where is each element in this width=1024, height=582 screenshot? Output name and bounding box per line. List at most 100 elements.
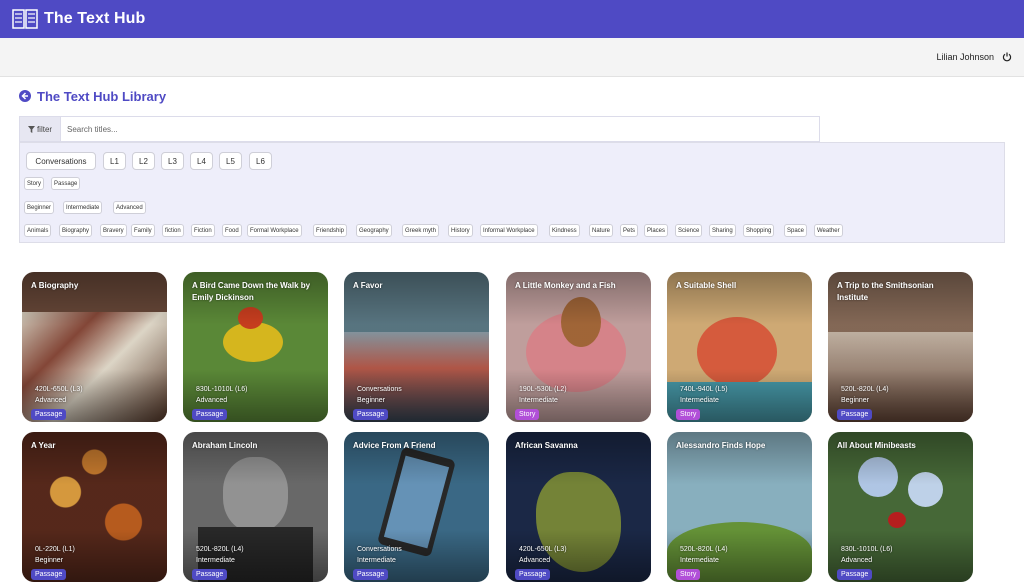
card-level: 520L-820L (L4) <box>196 546 244 553</box>
library-card[interactable]: A Year 0L-220L (L1) Beginner Passage <box>22 432 167 582</box>
search-input[interactable] <box>60 116 820 142</box>
topic-filter-weather[interactable]: Weather <box>814 224 843 237</box>
topic-filter-sharing[interactable]: Sharing <box>709 224 736 237</box>
card-difficulty: Advanced <box>519 557 551 564</box>
topic-filter-science[interactable]: Science <box>675 224 703 237</box>
topic-filter-pets[interactable]: Pets <box>620 224 639 237</box>
top-bar: The Text Hub <box>0 0 1024 38</box>
card-type-badge: Passage <box>31 569 67 580</box>
card-level: 420L-650L (L3) <box>35 386 83 393</box>
card-title: A Favor <box>353 281 383 290</box>
topic-filter-nature[interactable]: Nature <box>589 224 614 237</box>
topic-filter-biography[interactable]: Biography <box>59 224 93 237</box>
user-name: Lilian Johnson <box>936 52 994 62</box>
topic-filter-greek-myth[interactable]: Greek myth <box>402 224 440 237</box>
library-card[interactable]: African Savanna 420L-650L (L3) Advanced Pas… <box>506 432 651 582</box>
topic-filter-geography[interactable]: Geography <box>356 224 392 237</box>
logout-power-icon[interactable] <box>1002 52 1012 62</box>
topic-filter-friendship[interactable]: Friendship <box>313 224 348 237</box>
library-card[interactable]: Abraham Lincoln 520L-820L (L4) Intermediat… <box>183 432 328 582</box>
library-card[interactable]: All About Minibeasts 830L-1010L (L6) Advan… <box>828 432 973 582</box>
card-level: 740L-940L (L5) <box>680 386 728 393</box>
card-title: A Little Monkey and a Fish <box>515 281 616 290</box>
library-card[interactable]: A Bird Came Down the Walk by Emily Dicki… <box>183 272 328 422</box>
card-level: Conversations <box>357 386 402 393</box>
card-type-badge: Passage <box>515 569 551 580</box>
level-filter-conversations[interactable]: Conversations <box>26 152 96 170</box>
topic-filter-fiction[interactable]: Fiction <box>191 224 215 237</box>
level-filter-l6[interactable]: L6 <box>249 152 272 170</box>
card-type-badge: Passage <box>837 409 873 420</box>
card-type-badge: Passage <box>192 409 228 420</box>
card-level: 830L-1010L (L6) <box>841 546 893 553</box>
library-card[interactable]: A Biography 420L-650L (L3) Advanced Passage <box>22 272 167 422</box>
card-type-badge: Story <box>676 569 701 580</box>
card-title: A Bird Came Down the Walk by Emily Dicki… <box>192 281 311 302</box>
card-type-badge: Passage <box>837 569 873 580</box>
library-card[interactable]: A Little Monkey and a Fish 190L-530L (L2)… <box>506 272 651 422</box>
card-type-badge: Story <box>515 409 540 420</box>
topic-filter-shopping[interactable]: Shopping <box>743 224 775 237</box>
user-bar: Lilian Johnson <box>0 38 1024 77</box>
card-title: All About Minibeasts <box>837 441 916 450</box>
level-filter-l5[interactable]: L5 <box>219 152 242 170</box>
card-title: African Savanna <box>515 441 578 450</box>
card-difficulty: Intermediate <box>680 397 719 404</box>
card-level: 520L-820L (L4) <box>680 546 728 553</box>
difficulty-filter-beginner[interactable]: Beginner <box>24 201 55 214</box>
card-type-badge: Story <box>676 409 701 420</box>
type-filter-passage[interactable]: Passage <box>51 177 81 190</box>
card-level: 0L-220L (L1) <box>35 546 75 553</box>
topic-filter-food[interactable]: Food <box>222 224 242 237</box>
page-title: The Text Hub Library <box>37 88 167 104</box>
card-title: Abraham Lincoln <box>192 441 258 450</box>
difficulty-filter-intermediate[interactable]: Intermediate <box>63 201 103 214</box>
card-title: A Biography <box>31 281 79 290</box>
card-difficulty: Beginner <box>357 397 386 404</box>
card-title: A Suitable Shell <box>676 281 737 290</box>
library-card[interactable]: A Trip to the Smithsonian Institute 520L-… <box>828 272 973 422</box>
card-difficulty: Intermediate <box>357 557 396 564</box>
topic-filter-animals[interactable]: Animals <box>24 224 52 237</box>
library-card[interactable]: A Suitable Shell 740L-940L (L5) Intermedia… <box>667 272 812 422</box>
card-level: 830L-1010L (L6) <box>196 386 248 393</box>
library-card[interactable]: Alessandro Finds Hope 520L-820L (L4) Inter… <box>667 432 812 582</box>
type-filter-story[interactable]: Story <box>24 177 45 190</box>
card-title: Advice From A Friend <box>353 441 436 450</box>
topic-filter-fiction[interactable]: fiction <box>162 224 184 237</box>
filter-panel: Conversations L1 L2 L3 L4 L5 L6 Story Passage Beg… <box>19 142 1005 243</box>
back-arrow-icon[interactable] <box>19 90 31 102</box>
card-title: A Year <box>31 441 56 450</box>
page-header: The Text Hub Library <box>0 79 1024 113</box>
topic-filter-space[interactable]: Space <box>784 224 808 237</box>
card-level: 190L-530L (L2) <box>519 386 567 393</box>
library-card[interactable]: Advice From A Friend Conversations Interme… <box>344 432 489 582</box>
level-filter-l4[interactable]: L4 <box>190 152 213 170</box>
card-title: A Trip to the Smithsonian Institute <box>837 281 934 302</box>
filter-label: filter <box>36 124 53 134</box>
topic-filter-formal-workplace[interactable]: Formal Workplace <box>247 224 302 237</box>
card-difficulty: Intermediate <box>519 397 558 404</box>
card-difficulty: Intermediate <box>680 557 719 564</box>
topic-filter-kindness[interactable]: Kindness <box>549 224 580 237</box>
topic-filter-bravery[interactable]: Bravery <box>100 224 127 237</box>
card-difficulty: Advanced <box>35 397 67 404</box>
card-title: Alessandro Finds Hope <box>676 441 766 450</box>
level-filter-l3[interactable]: L3 <box>161 152 184 170</box>
card-difficulty: Beginner <box>841 397 870 404</box>
app-title: The Text Hub <box>44 10 146 27</box>
book-logo-icon <box>12 9 38 29</box>
filter-button[interactable]: filter <box>19 116 60 142</box>
topic-filter-family[interactable]: Family <box>131 224 155 237</box>
level-filter-l2[interactable]: L2 <box>132 152 155 170</box>
library-card[interactable]: A Favor Conversations Beginner Passage <box>344 272 489 422</box>
card-difficulty: Intermediate <box>196 557 235 564</box>
card-difficulty: Beginner <box>35 557 64 564</box>
search-row: filter <box>19 116 820 142</box>
topic-filter-places[interactable]: Places <box>644 224 669 237</box>
difficulty-filter-advanced[interactable]: Advanced <box>113 201 146 214</box>
level-filter-l1[interactable]: L1 <box>103 152 126 170</box>
topic-filter-informal-workplace[interactable]: Informal Workplace <box>480 224 538 237</box>
card-difficulty: Advanced <box>196 397 228 404</box>
topic-filter-history[interactable]: History <box>448 224 473 237</box>
